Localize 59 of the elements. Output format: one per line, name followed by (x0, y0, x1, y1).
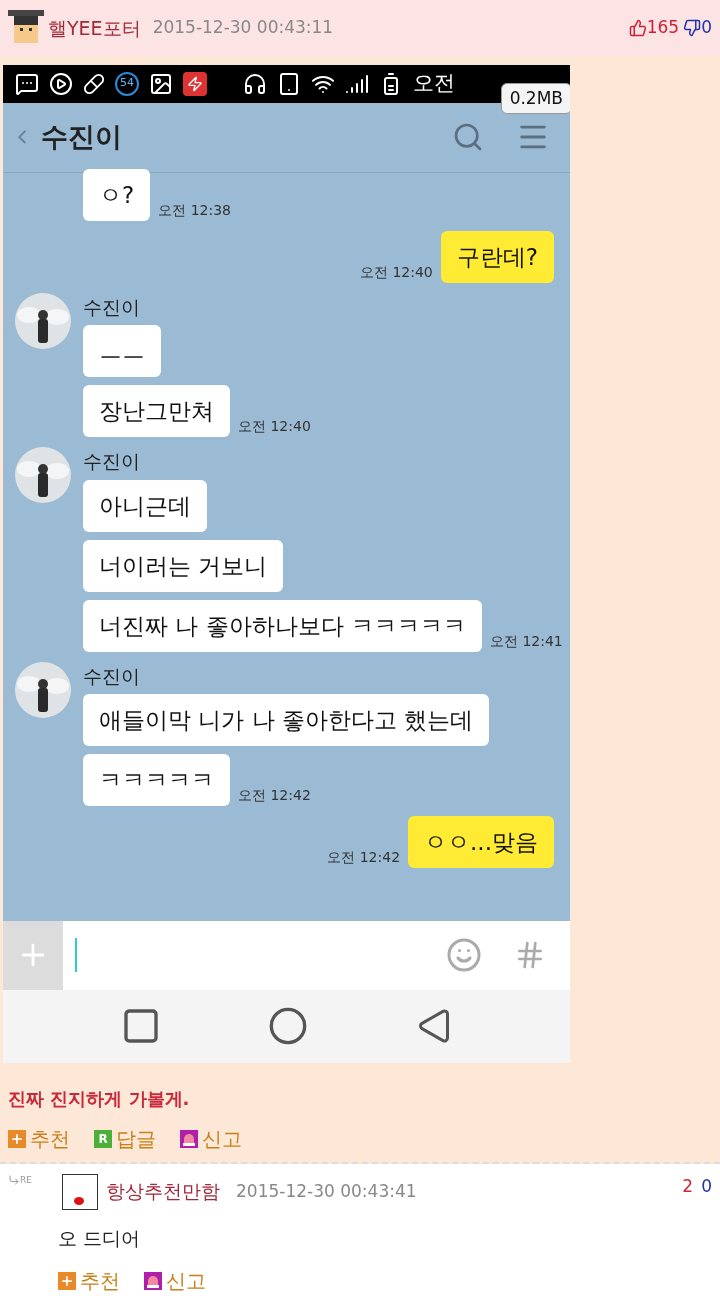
plus-icon (58, 1272, 76, 1290)
message-bubble: 장난그만쳐 (83, 385, 230, 438)
pixel-avatar-icon (8, 9, 44, 46)
author-name[interactable]: 핼YEE포터 (48, 13, 141, 43)
message-bubble: 너이러는 거보니 (83, 539, 284, 592)
sender-name: 수진이 (83, 294, 140, 320)
message-bubble: ㅋㅋㅋㅋㅋ (83, 754, 230, 807)
downvote-count: 0 (701, 16, 712, 40)
comment-date: 2015-12-30 00:43:41 (236, 1179, 417, 1203)
message-time: 오전 12:40 (360, 262, 433, 282)
message-bubble: 애들이막 니가 나 좋아한다고 했는데 (83, 694, 490, 747)
post-date: 2015-12-30 00:43:11 (152, 16, 334, 40)
comment-text: 오 드디어 (57, 1225, 142, 1251)
siren-icon (180, 1129, 198, 1148)
pill-icon (83, 72, 105, 95)
play-icon (49, 71, 73, 96)
message-time: 오전 12:42 (238, 786, 311, 806)
flash-app-icon (183, 71, 207, 96)
tablet-icon (277, 71, 301, 96)
upvote-count: 2 (682, 1174, 694, 1198)
avatar-icon (15, 447, 71, 504)
thumbs-up-icon[interactable] (628, 18, 647, 37)
home-icon[interactable] (268, 1006, 309, 1046)
size-badge: 0.2MB (500, 82, 570, 115)
message-time: 오전 12:42 (327, 848, 401, 868)
notification-count: 54 (115, 71, 139, 96)
sender-name: 수진이 (83, 449, 140, 475)
message-bubble: ㅡㅡ (83, 325, 161, 378)
headphones-icon (243, 71, 267, 96)
sender-name: 수진이 (83, 663, 140, 689)
avatar-icon (15, 292, 71, 349)
chat-title: 수진이 (41, 119, 122, 154)
message-bubble: ㅇ? (83, 168, 151, 221)
message-icon (15, 71, 39, 96)
report-button[interactable]: 신고 (144, 1266, 206, 1296)
commenter-name[interactable]: 항상추천만함 (106, 1177, 220, 1206)
thumbs-down-icon[interactable] (683, 18, 702, 37)
emoji-icon[interactable] (446, 937, 482, 973)
image-icon (149, 71, 173, 96)
status-clock: 오전 (413, 69, 455, 97)
message-time: 오전 12:38 (158, 200, 231, 220)
upvote-count: 165 (646, 16, 680, 40)
report-button[interactable]: 신고 (180, 1123, 242, 1154)
message-bubble: 아니근데 (83, 479, 207, 532)
reply-button[interactable]: R 답글 (94, 1123, 156, 1154)
message-bubble: ㅇㅇ...맞음 (408, 816, 554, 869)
plus-icon (8, 1129, 26, 1148)
post-caption: 진짜 진지하게 가볼게. (7, 1086, 191, 1111)
message-time: 오전 12:40 (238, 417, 311, 437)
downvote-count: 0 (701, 1174, 712, 1198)
message-bubble: 구란데? (440, 230, 554, 283)
recommend-button[interactable]: 추천 (8, 1123, 70, 1154)
avatar-icon (15, 661, 71, 718)
avatar-icon (62, 1173, 98, 1210)
message-time: 오전 12:41 (489, 631, 563, 651)
message-bubble: 너진짜 나 좋아하나보다 ㅋㅋㅋㅋㅋ (83, 599, 482, 652)
recommend-button[interactable]: 추천 (58, 1266, 120, 1296)
siren-icon (144, 1272, 162, 1290)
reply-badge-icon: R (94, 1129, 112, 1148)
